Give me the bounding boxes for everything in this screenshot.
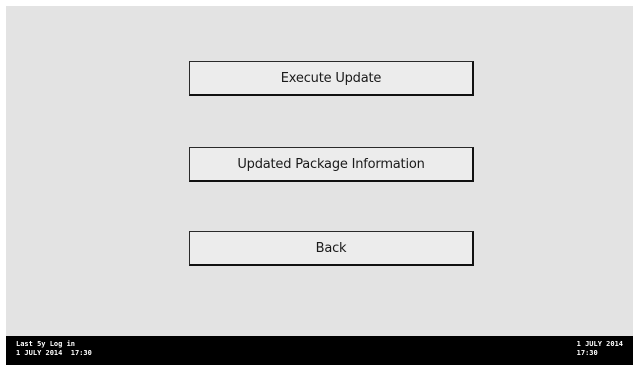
- last-login-info: Last 5y Log in 1 JULY 2014 17:30: [16, 340, 92, 358]
- back-button[interactable]: Back: [189, 231, 474, 266]
- execute-update-button[interactable]: Execute Update: [189, 61, 474, 96]
- updated-package-information-button[interactable]: Updated Package Information: [189, 147, 474, 182]
- current-datetime: 1 JULY 2014 17:30: [577, 340, 623, 358]
- current-date: 1 JULY 2014: [576, 340, 623, 348]
- last-login-datetime: 1 JULY 2014 17:30: [16, 349, 92, 357]
- update-screen: Execute Update Updated Package Informati…: [0, 0, 639, 365]
- last-login-label: Last 5y Log in: [16, 340, 76, 348]
- current-time: 17:30: [576, 349, 598, 357]
- status-bar: Last 5y Log in 1 JULY 2014 17:30 1 JULY …: [6, 336, 633, 365]
